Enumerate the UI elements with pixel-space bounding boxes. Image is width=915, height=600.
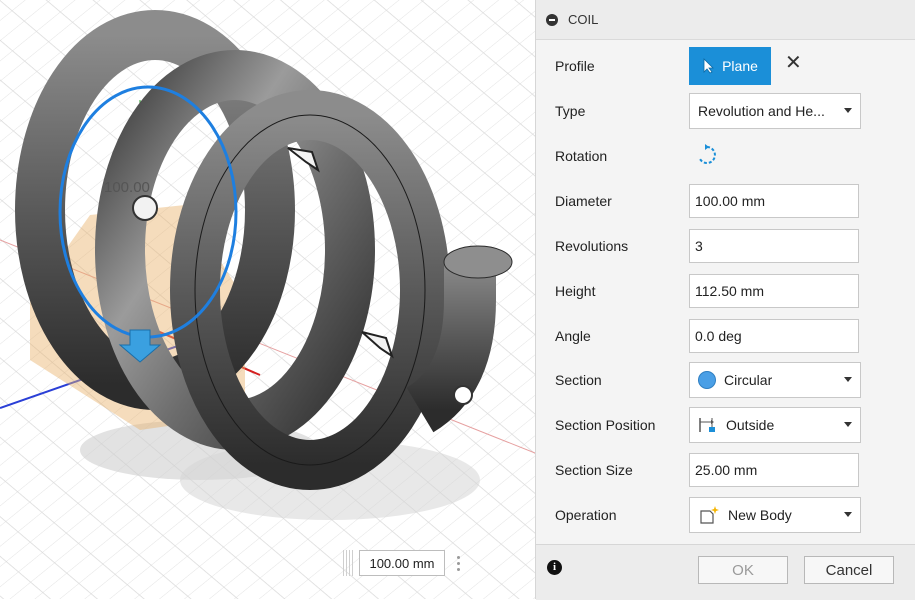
chevron-down-icon <box>844 512 852 517</box>
section-position-value: Outside <box>726 417 775 433</box>
section-size-input[interactable]: 25.00 mm <box>689 453 859 487</box>
section-value: Circular <box>724 372 773 388</box>
label-section-size: Section Size <box>555 462 633 478</box>
floating-dimension: 100.00 mm <box>343 549 465 577</box>
dialog-title: COIL <box>568 12 599 27</box>
chevron-down-icon <box>844 108 852 113</box>
dialog-header: COIL <box>536 0 915 40</box>
section-outside-icon <box>699 418 715 432</box>
section-position-dropdown[interactable]: Outside <box>689 407 861 443</box>
row-rotation: Rotation <box>536 138 915 174</box>
new-body-icon <box>700 506 719 524</box>
clear-selection-icon[interactable]: ✕ <box>785 53 802 73</box>
row-section: Section Circular <box>536 362 915 398</box>
label-diameter: Diameter <box>555 193 612 209</box>
row-revolutions: Revolutions 3 <box>536 228 915 264</box>
info-icon[interactable]: i <box>547 560 562 575</box>
collapse-icon[interactable] <box>546 13 558 26</box>
label-type: Type <box>555 103 586 119</box>
coil-end-cap <box>443 245 513 279</box>
label-section: Section <box>555 372 602 388</box>
chevron-down-icon <box>844 422 852 427</box>
dimension-label: 100.00 <box>104 179 150 196</box>
more-options-icon[interactable] <box>451 551 465 575</box>
row-diameter: Diameter 100.00 mm <box>536 183 915 219</box>
handle-knob[interactable] <box>132 195 158 221</box>
operation-value: New Body <box>728 507 792 523</box>
dialog-footer: i OK Cancel <box>536 544 915 600</box>
label-angle: Angle <box>555 328 591 344</box>
section-dropdown[interactable]: Circular <box>689 362 861 398</box>
drag-grip-icon[interactable] <box>343 550 353 576</box>
height-input[interactable]: 112.50 mm <box>689 274 859 308</box>
coil-dialog: COIL Profile Plane ✕ Type Revolution and… <box>535 0 915 600</box>
operation-dropdown[interactable]: New Body <box>689 497 861 533</box>
ok-button[interactable]: OK <box>698 556 788 584</box>
row-type: Type Revolution and He... <box>536 93 915 129</box>
profile-select-button[interactable]: Plane <box>689 47 771 85</box>
profile-button-label: Plane <box>722 58 758 74</box>
rotation-toggle-icon[interactable] <box>696 144 718 166</box>
cursor-icon <box>703 58 715 74</box>
type-dropdown[interactable]: Revolution and He... <box>689 93 861 129</box>
row-height: Height 112.50 mm <box>536 273 915 309</box>
chevron-down-icon <box>844 377 852 382</box>
label-section-position: Section Position <box>555 417 656 433</box>
type-value: Revolution and He... <box>698 103 825 119</box>
cancel-button[interactable]: Cancel <box>804 556 894 584</box>
label-operation: Operation <box>555 507 617 523</box>
row-profile: Profile Plane ✕ <box>536 47 915 85</box>
row-section-position: Section Position Outside <box>536 407 915 443</box>
label-revolutions: Revolutions <box>555 238 629 254</box>
label-height: Height <box>555 283 596 299</box>
row-section-size: Section Size 25.00 mm <box>536 452 915 488</box>
floating-dimension-input[interactable]: 100.00 mm <box>359 550 445 576</box>
row-operation: Operation New Body <box>536 497 915 533</box>
diameter-input[interactable]: 100.00 mm <box>689 184 859 218</box>
circle-icon <box>698 371 716 389</box>
label-profile: Profile <box>555 58 595 74</box>
angle-input[interactable]: 0.0 deg <box>689 319 859 353</box>
section-handle[interactable] <box>453 385 473 405</box>
row-angle: Angle 0.0 deg <box>536 318 915 354</box>
revolutions-input[interactable]: 3 <box>689 229 859 263</box>
label-rotation: Rotation <box>555 148 608 164</box>
